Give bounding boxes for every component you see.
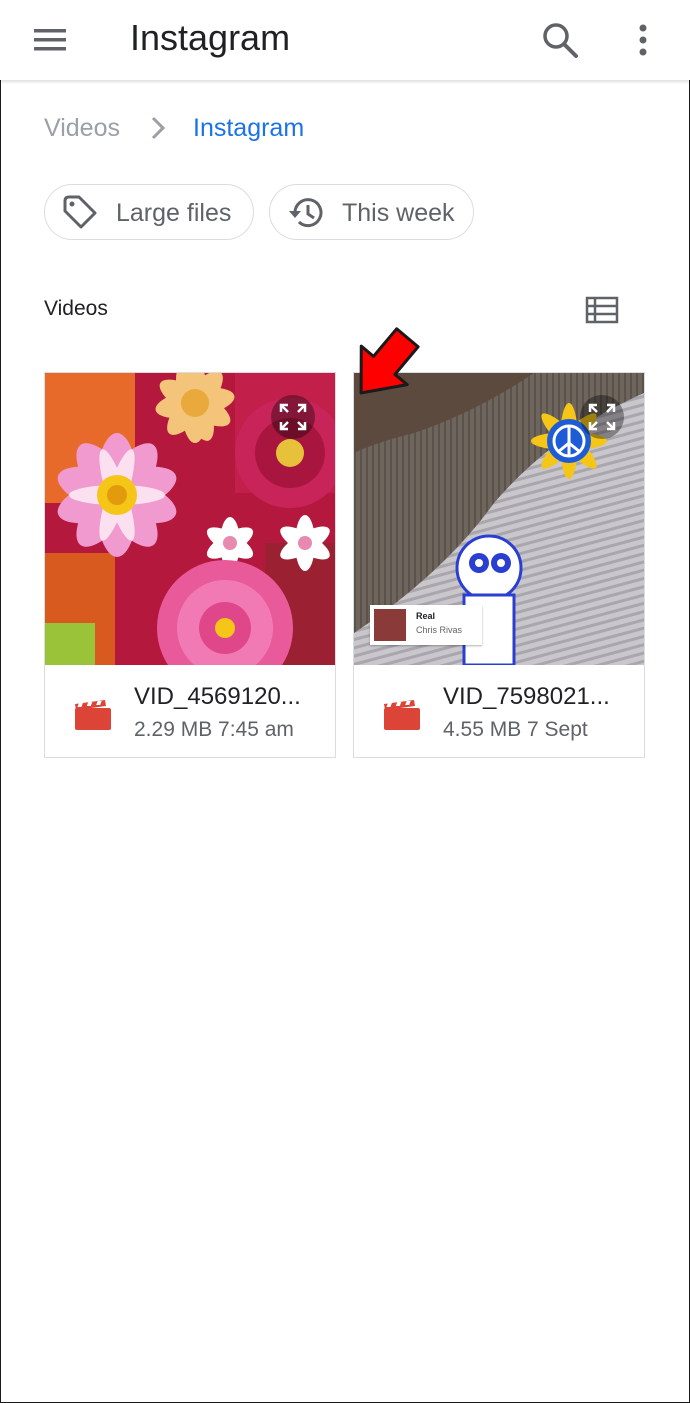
more-vert-icon[interactable] <box>628 20 658 60</box>
music-artist: Chris Rivas <box>416 625 463 635</box>
annotation-arrow-icon <box>359 327 420 395</box>
album-art <box>374 609 406 641</box>
video-card[interactable]: VID_4569120... 2.29 MB 7:45 am <box>44 372 336 758</box>
file-meta: 2.29 MB 7:45 am <box>134 718 294 741</box>
video-file-icon <box>384 700 420 730</box>
expand-icon[interactable] <box>271 395 315 439</box>
music-sticker: Real Chris Rivas <box>370 605 482 645</box>
search-icon[interactable] <box>540 20 580 60</box>
this-week-label: This week <box>342 199 455 227</box>
breadcrumb-videos[interactable]: Videos <box>44 114 120 143</box>
video-file-icon <box>75 700 111 730</box>
large-files-chip[interactable]: Large files <box>44 184 254 240</box>
app-title: Instagram <box>130 17 291 58</box>
expand-icon[interactable] <box>580 395 624 439</box>
section-title: Videos <box>44 297 108 320</box>
menu-icon[interactable] <box>30 22 70 58</box>
app-bar: Instagram <box>0 0 690 80</box>
tag-icon <box>63 195 97 229</box>
breadcrumb-instagram[interactable]: Instagram <box>193 114 304 143</box>
file-name: VID_7598021... <box>443 683 610 710</box>
music-title: Real <box>416 611 436 621</box>
history-icon <box>289 198 323 228</box>
file-meta: 4.55 MB 7 Sept <box>443 718 588 741</box>
file-name: VID_4569120... <box>134 683 301 710</box>
video-card[interactable]: Real Chris Rivas VID_7598021... 4.55 MB … <box>353 372 645 758</box>
list-view-icon[interactable] <box>584 294 620 326</box>
this-week-chip[interactable]: This week <box>269 184 474 240</box>
chevron-right-icon <box>151 116 166 140</box>
large-files-label: Large files <box>116 199 232 227</box>
